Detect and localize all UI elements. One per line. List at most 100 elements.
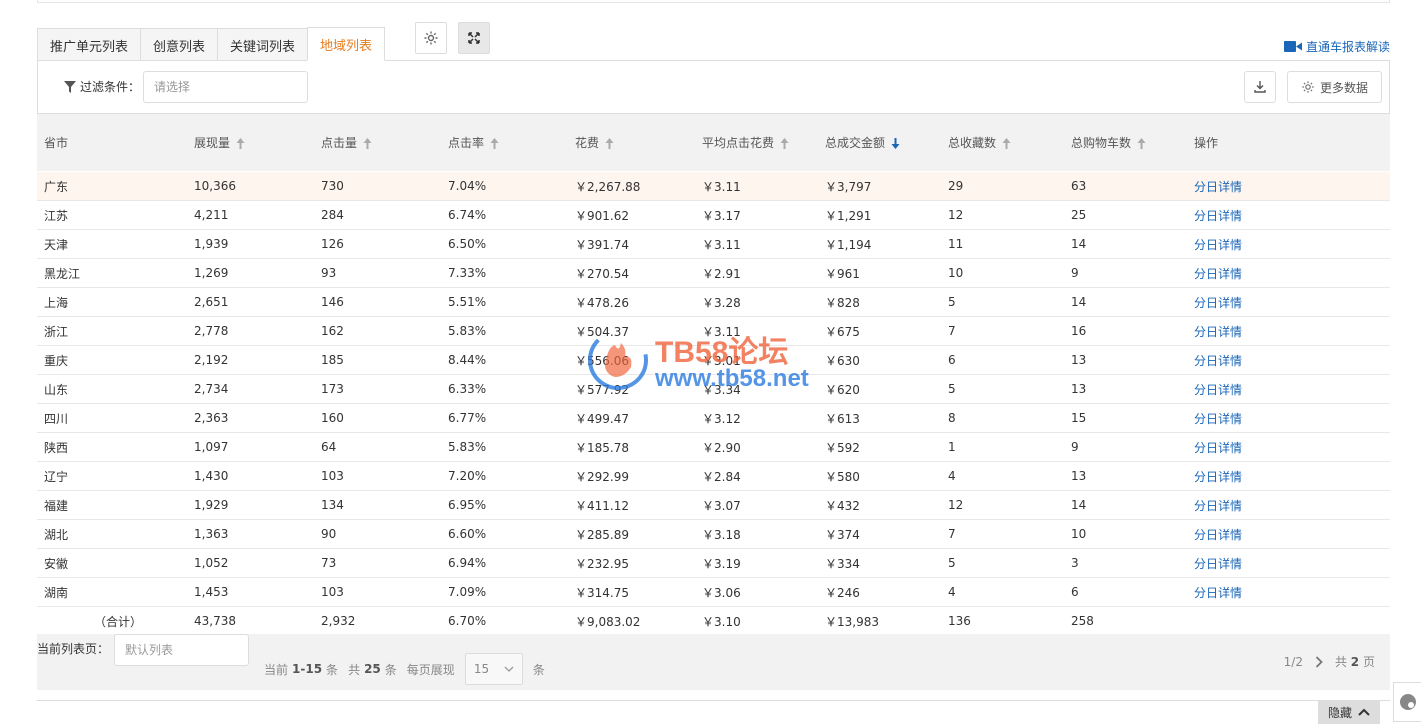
cell-favorites: 6 bbox=[948, 353, 956, 367]
header-clicks[interactable]: 点击量 bbox=[321, 134, 448, 151]
daily-detail-link[interactable]: 分日详情 bbox=[1194, 207, 1334, 224]
per-page-select[interactable]: 15 bbox=[464, 653, 523, 685]
more-data-button[interactable]: 更多数据 bbox=[1287, 71, 1382, 103]
cell-cart-adds: 6 bbox=[1071, 585, 1079, 599]
daily-detail-link[interactable]: 分日详情 bbox=[1194, 497, 1334, 514]
cell-ctr: 7.20% bbox=[448, 469, 487, 483]
cell-cost: ￥314.75 bbox=[575, 585, 629, 600]
cell-favorites: 7 bbox=[948, 527, 956, 541]
report-guide-link[interactable]: 直通车报表解读 bbox=[1283, 38, 1390, 55]
sort-asc-icon bbox=[605, 138, 614, 149]
video-icon bbox=[1283, 41, 1302, 52]
cell-total-sales: ￥3,797 bbox=[825, 179, 872, 194]
header-label: 省市 bbox=[44, 136, 69, 150]
settings-button[interactable] bbox=[415, 22, 447, 54]
daily-detail-link[interactable]: 分日详情 bbox=[1194, 294, 1334, 311]
cell-cart-adds: 16 bbox=[1071, 324, 1087, 338]
cell-clicks: 64 bbox=[321, 440, 337, 454]
header-favorites[interactable]: 总收藏数 bbox=[948, 134, 1071, 151]
daily-detail-link[interactable]: 分日详情 bbox=[1194, 381, 1334, 398]
cell-province: 浙江 bbox=[44, 324, 69, 339]
bottom-divider bbox=[37, 700, 1390, 701]
header-cart-adds[interactable]: 总购物车数 bbox=[1071, 134, 1194, 151]
table-row: 广东 10,366 730 7.04% ￥2,267.88 ￥3.11 ￥3,797 29 63… bbox=[37, 172, 1390, 201]
cell-favorites: 12 bbox=[948, 498, 964, 512]
cell-total-sales: ￥961 bbox=[825, 266, 860, 281]
cell-cart-adds: 25 bbox=[1071, 208, 1087, 222]
cell-impressions: 1,929 bbox=[194, 498, 229, 512]
cell-impressions: 2,778 bbox=[194, 324, 229, 338]
cell-clicks: 173 bbox=[321, 382, 344, 396]
cell-impressions: 1,363 bbox=[194, 527, 229, 541]
header-ctr[interactable]: 点击率 bbox=[448, 134, 575, 151]
daily-detail-link[interactable]: 分日详情 bbox=[1194, 555, 1334, 572]
daily-detail-link[interactable]: 分日详情 bbox=[1194, 468, 1334, 485]
daily-detail-link[interactable]: 分日详情 bbox=[1194, 439, 1334, 456]
header-cost[interactable]: 花费 bbox=[575, 134, 702, 151]
table-row: 山东 2,734 173 6.33% ￥577.92 ￥3.34 ￥620 5 13 分日详情 bbox=[37, 375, 1390, 404]
hide-button[interactable]: 隐藏 bbox=[1318, 700, 1380, 724]
cell-cost: ￥232.95 bbox=[575, 556, 629, 571]
total-count: 25 bbox=[364, 662, 381, 676]
cell-province: 黑龙江 bbox=[44, 266, 81, 281]
list-name-input[interactable]: 默认列表 bbox=[114, 634, 249, 666]
daily-detail-link[interactable]: 分日详情 bbox=[1194, 352, 1334, 369]
daily-detail-link[interactable]: 分日详情 bbox=[1194, 323, 1334, 340]
table-row: 四川 2,363 160 6.77% ￥499.47 ￥3.12 ￥613 8 15 分日详情 bbox=[37, 404, 1390, 433]
table-row: 辽宁 1,430 103 7.20% ￥292.99 ￥2.84 ￥580 4 13 分日详情 bbox=[37, 462, 1390, 491]
cell-favorites: 5 bbox=[948, 382, 956, 396]
header-actions: 操作 bbox=[1194, 134, 1334, 151]
chevron-right-icon[interactable] bbox=[1315, 655, 1323, 668]
total-impressions: 43,738 bbox=[194, 614, 236, 628]
download-button[interactable] bbox=[1244, 71, 1276, 103]
header-avg-cpc[interactable]: 平均点击花费 bbox=[702, 134, 825, 151]
daily-detail-link[interactable]: 分日详情 bbox=[1194, 584, 1334, 601]
cell-cost: ￥901.62 bbox=[575, 208, 629, 223]
cell-impressions: 1,052 bbox=[194, 556, 229, 570]
floating-helper-button[interactable] bbox=[1393, 682, 1421, 722]
cell-cart-adds: 13 bbox=[1071, 353, 1087, 367]
cell-cost: ￥270.54 bbox=[575, 266, 629, 281]
table-row: 安徽 1,052 73 6.94% ￥232.95 ￥3.19 ￥334 5 3 分日详情 bbox=[37, 549, 1390, 578]
filter-select[interactable]: 请选择 bbox=[143, 71, 308, 103]
header-impressions[interactable]: 展现量 bbox=[194, 134, 321, 151]
daily-detail-link[interactable]: 分日详情 bbox=[1194, 410, 1334, 427]
fullscreen-button[interactable] bbox=[458, 22, 490, 54]
total-suffix: 条 bbox=[384, 662, 397, 677]
cell-avg-cpc: ￥3.01 bbox=[702, 353, 741, 368]
cell-province: 湖南 bbox=[44, 585, 69, 600]
cell-cart-adds: 14 bbox=[1071, 498, 1087, 512]
tab-unit-list[interactable]: 推广单元列表 bbox=[37, 28, 142, 61]
daily-detail-link[interactable]: 分日详情 bbox=[1194, 178, 1334, 195]
total-row: （合计） 43,738 2,932 6.70% ￥9,083.02 ￥3.10 ￥13,98… bbox=[37, 607, 1390, 635]
per-page-value: 15 bbox=[473, 662, 490, 676]
tab-region-list[interactable]: 地域列表 bbox=[307, 27, 386, 61]
chevron-up-icon bbox=[1358, 708, 1370, 716]
cell-impressions: 4,211 bbox=[194, 208, 229, 222]
tab-keyword-list[interactable]: 关键词列表 bbox=[217, 28, 309, 61]
page-indicator: 1/2 bbox=[1283, 654, 1303, 669]
cell-clicks: 162 bbox=[321, 324, 344, 338]
sort-asc-icon bbox=[780, 138, 789, 149]
cell-ctr: 6.33% bbox=[448, 382, 487, 396]
cell-province: 广东 bbox=[44, 179, 69, 194]
cell-avg-cpc: ￥3.19 bbox=[702, 556, 741, 571]
headset-icon bbox=[1400, 694, 1416, 710]
tab-creative-list[interactable]: 创意列表 bbox=[140, 28, 219, 61]
cell-ctr: 6.74% bbox=[448, 208, 487, 222]
cell-favorites: 7 bbox=[948, 324, 956, 338]
cell-province: 上海 bbox=[44, 295, 69, 310]
daily-detail-link[interactable]: 分日详情 bbox=[1194, 236, 1334, 253]
daily-detail-link[interactable]: 分日详情 bbox=[1194, 265, 1334, 282]
cell-cost: ￥185.78 bbox=[575, 440, 629, 455]
cell-impressions: 2,651 bbox=[194, 295, 229, 309]
gear-icon bbox=[1302, 81, 1314, 93]
cell-cart-adds: 13 bbox=[1071, 382, 1087, 396]
cell-impressions: 2,192 bbox=[194, 353, 229, 367]
sort-asc-icon bbox=[363, 138, 372, 149]
daily-detail-link[interactable]: 分日详情 bbox=[1194, 526, 1334, 543]
pages-prefix: 共 bbox=[1334, 655, 1347, 669]
header-total-sales[interactable]: 总成交金额 bbox=[825, 134, 948, 151]
current-suffix: 条 bbox=[326, 662, 339, 677]
cell-cost: ￥2,267.88 bbox=[575, 179, 641, 194]
